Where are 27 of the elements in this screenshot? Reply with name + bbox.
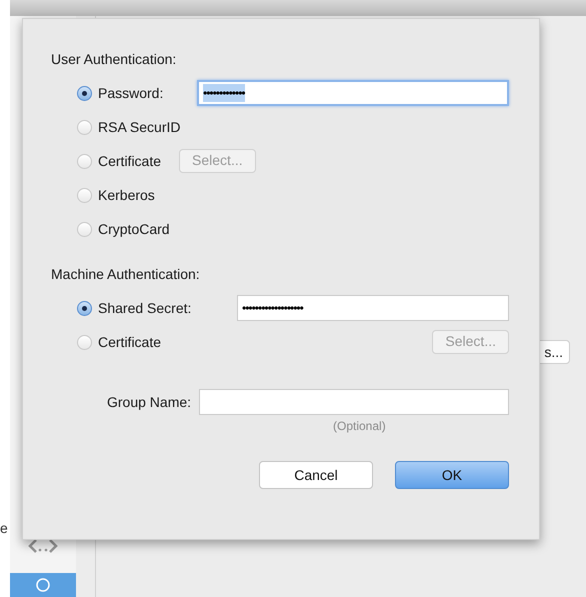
section-heading: User Authentication: — [51, 50, 178, 69]
option-label: CryptoCard — [98, 220, 170, 239]
sidebar-item[interactable] — [10, 573, 76, 597]
radio-button[interactable] — [77, 222, 92, 236]
field-value: ••••••••••••••••••• — [242, 300, 303, 317]
radio-button[interactable] — [77, 300, 92, 316]
sidebar-label: e — [0, 519, 9, 538]
radio-button[interactable] — [77, 188, 92, 202]
optional-hint: (Optional) — [333, 418, 386, 435]
secret-field[interactable]: ••••••••••••• — [197, 80, 509, 106]
dialog-button[interactable]: Cancel — [259, 461, 373, 489]
option-label: Certificate — [98, 152, 162, 170]
section-heading: Machine Authentication: — [51, 265, 201, 284]
group-name-field[interactable] — [199, 389, 509, 415]
dialog-button[interactable]: OK — [395, 461, 509, 489]
option-label: RSA SecurID — [98, 118, 180, 136]
code-brackets-icon — [27, 537, 59, 555]
field-value: ••••••••••••• — [203, 84, 245, 102]
option-label: Certificate — [98, 332, 162, 352]
secret-field[interactable]: ••••••••••••••••••• — [237, 295, 509, 321]
radio-button[interactable] — [77, 120, 92, 134]
circle-icon — [35, 577, 51, 593]
option-label: Shared Secret: — [98, 298, 192, 318]
option-label: Password: — [98, 84, 164, 102]
option-label: Kerberos — [98, 186, 155, 204]
radio-button[interactable] — [77, 86, 92, 100]
group-name-label: Group Name: — [107, 392, 192, 412]
